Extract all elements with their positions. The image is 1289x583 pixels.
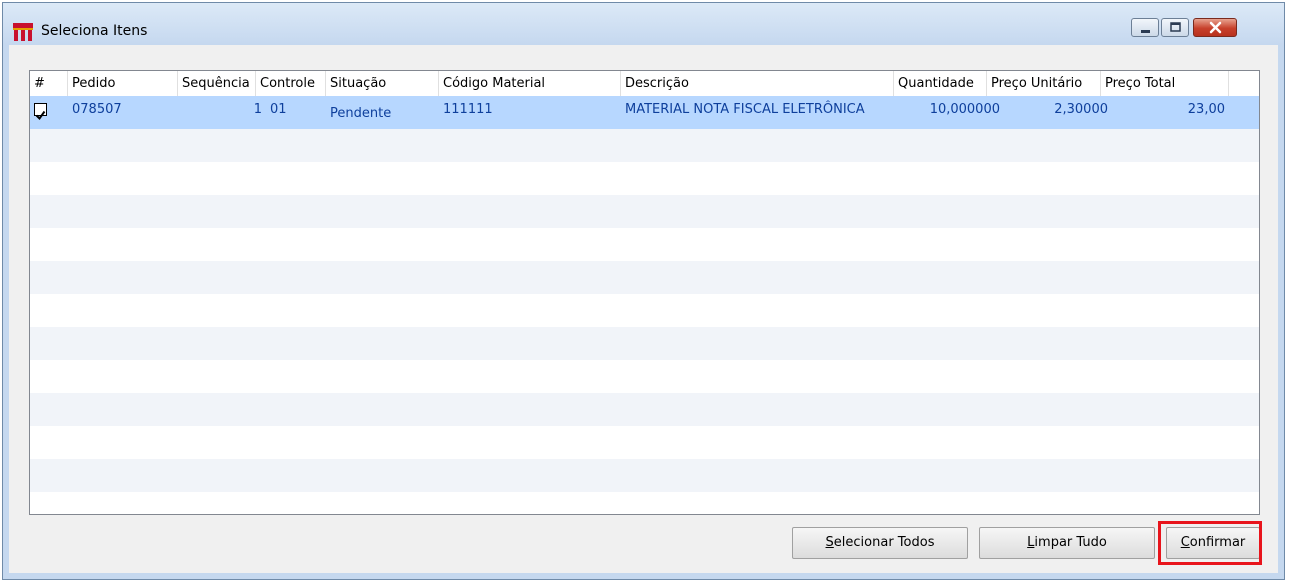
window-title: Seleciona Itens bbox=[41, 23, 148, 39]
items-table[interactable]: # Pedido Sequência Controle Situação Cód… bbox=[29, 70, 1260, 515]
empty-row bbox=[30, 162, 1259, 195]
column-header-descricao[interactable]: Descrição bbox=[621, 71, 894, 96]
select-all-button[interactable]: Selecionar Todos bbox=[792, 527, 968, 559]
cell-quantidade: 10,000000 bbox=[929, 102, 1000, 117]
empty-row bbox=[30, 129, 1259, 162]
column-header-controle[interactable]: Controle bbox=[256, 71, 326, 96]
cell-preco-unitario: 2,30000 bbox=[1054, 102, 1108, 117]
empty-row bbox=[30, 459, 1259, 492]
app-logo-icon bbox=[13, 23, 33, 41]
cell-controle: 01 bbox=[270, 102, 287, 117]
close-icon bbox=[1209, 21, 1222, 34]
empty-row bbox=[30, 360, 1259, 393]
cell-descricao: MATERIAL NOTA FISCAL ELETRÔNICA bbox=[625, 102, 865, 117]
table-header: # Pedido Sequência Controle Situação Cód… bbox=[30, 71, 1259, 97]
cell-pedido: 078507 bbox=[72, 102, 122, 117]
minimize-icon bbox=[1141, 30, 1150, 33]
column-header-preco-total[interactable]: Preço Total bbox=[1101, 71, 1229, 96]
empty-row bbox=[30, 393, 1259, 426]
dialog-window: Seleciona Itens # Pedido Sequência Contr bbox=[2, 2, 1285, 580]
clear-all-button[interactable]: Limpar Tudo bbox=[979, 527, 1155, 559]
empty-row bbox=[30, 294, 1259, 327]
close-button[interactable] bbox=[1193, 18, 1237, 37]
empty-row bbox=[30, 195, 1259, 228]
maximize-button[interactable] bbox=[1161, 18, 1189, 37]
column-header-quantidade[interactable]: Quantidade bbox=[894, 71, 987, 96]
cell-sequencia: 1 bbox=[253, 102, 262, 117]
empty-row bbox=[30, 426, 1259, 459]
column-header-check[interactable]: # bbox=[30, 71, 68, 96]
checkmark-icon bbox=[35, 110, 46, 121]
maximize-icon bbox=[1170, 22, 1181, 32]
row-checkbox-cell[interactable] bbox=[30, 96, 68, 129]
column-header-pedido[interactable]: Pedido bbox=[68, 71, 178, 96]
column-header-preco-unitario[interactable]: Preço Unitário bbox=[987, 71, 1101, 96]
column-header-codigo-material[interactable]: Código Material bbox=[439, 71, 621, 96]
table-row[interactable]: 078507 1 01 Pendente 111111 MATERIAL NOT… bbox=[30, 96, 1259, 129]
cell-codigo-material: 111111 bbox=[443, 102, 493, 117]
empty-row bbox=[30, 492, 1259, 514]
column-header-situacao[interactable]: Situação bbox=[326, 71, 439, 96]
row-checkbox[interactable] bbox=[34, 103, 47, 121]
empty-row bbox=[30, 327, 1259, 360]
empty-row bbox=[30, 228, 1259, 261]
confirm-button[interactable]: Confirmar bbox=[1166, 527, 1260, 559]
column-header-sequencia[interactable]: Sequência bbox=[178, 71, 256, 96]
empty-row bbox=[30, 261, 1259, 294]
cell-situacao: Pendente bbox=[330, 106, 392, 121]
cell-preco-total: 23,00 bbox=[1187, 102, 1225, 117]
dialog-body: # Pedido Sequência Controle Situação Cód… bbox=[9, 45, 1278, 573]
title-bar[interactable]: Seleciona Itens bbox=[3, 3, 1284, 45]
minimize-button[interactable] bbox=[1131, 18, 1159, 37]
